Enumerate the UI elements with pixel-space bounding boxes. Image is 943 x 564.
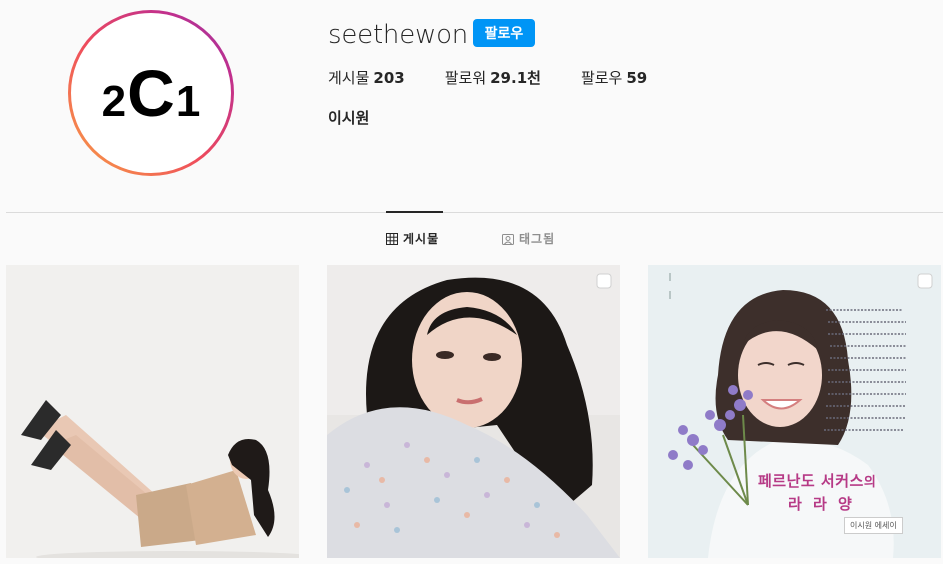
post-thumbnail[interactable]	[327, 265, 620, 558]
tab-posts[interactable]: 게시물	[386, 230, 439, 247]
stat-label: 팔로우	[580, 69, 623, 87]
book-title: 페르난도 서커스의	[758, 470, 876, 491]
stat-label: 게시물	[328, 69, 370, 87]
stat-value: 29.1천	[490, 69, 541, 87]
stat-posts: 게시물 203	[328, 67, 405, 88]
tabs-divider	[6, 212, 943, 213]
profile-full-name: 이시원	[328, 109, 370, 127]
stat-value: 203	[373, 69, 405, 87]
tagged-icon	[502, 233, 514, 245]
profile-username: seethewon	[328, 20, 469, 50]
tab-tagged[interactable]: 태그됨	[502, 230, 555, 247]
logo-digit-right: 1	[175, 77, 201, 126]
stat-value: 59	[626, 69, 648, 87]
post-thumbnail[interactable]	[6, 265, 299, 558]
profile-stats: 게시물 203 팔로워 29.1천 팔로우 59	[328, 67, 687, 88]
tab-label: 태그됨	[519, 232, 556, 246]
post-image-reclining-woman	[6, 265, 299, 558]
stat-following[interactable]: 팔로우 59	[581, 67, 647, 88]
book-title-particle: 의	[863, 475, 877, 490]
profile-avatar[interactable]: 2 C 1	[68, 10, 234, 176]
book-subtitle: 라 라 양	[788, 495, 855, 513]
tab-label: 게시물	[403, 232, 440, 246]
post-thumbnail[interactable]: 페르난도 서커스의 라 라 양 이시원 에세이	[648, 265, 941, 558]
multiple-photos-icon	[917, 273, 933, 289]
instagram-profile-page: 2 C 1 seethewon 팔로우 게시물 203 팔로워 29.1천 팔로우 5…	[0, 0, 943, 564]
logo-digit-left: 2	[101, 77, 127, 126]
avatar-logo: 2 C 1	[102, 55, 201, 131]
logo-letter: C	[127, 56, 175, 130]
post-image-portrait	[327, 265, 620, 558]
follow-button[interactable]: 팔로우	[473, 19, 535, 47]
profile-tabs: 게시물 태그됨	[0, 230, 943, 248]
multiple-photos-icon	[596, 273, 612, 289]
active-tab-indicator	[386, 211, 443, 213]
book-title-main: 페르난도 서커스	[758, 472, 864, 490]
stat-followers[interactable]: 팔로워 29.1천	[445, 67, 541, 88]
stat-label: 팔로워	[444, 69, 487, 87]
book-author-tag: 이시원 에세이	[844, 517, 903, 534]
post-image-book-cover	[648, 265, 941, 558]
avatar-inner: 2 C 1	[71, 13, 231, 173]
grid-icon	[386, 232, 398, 245]
